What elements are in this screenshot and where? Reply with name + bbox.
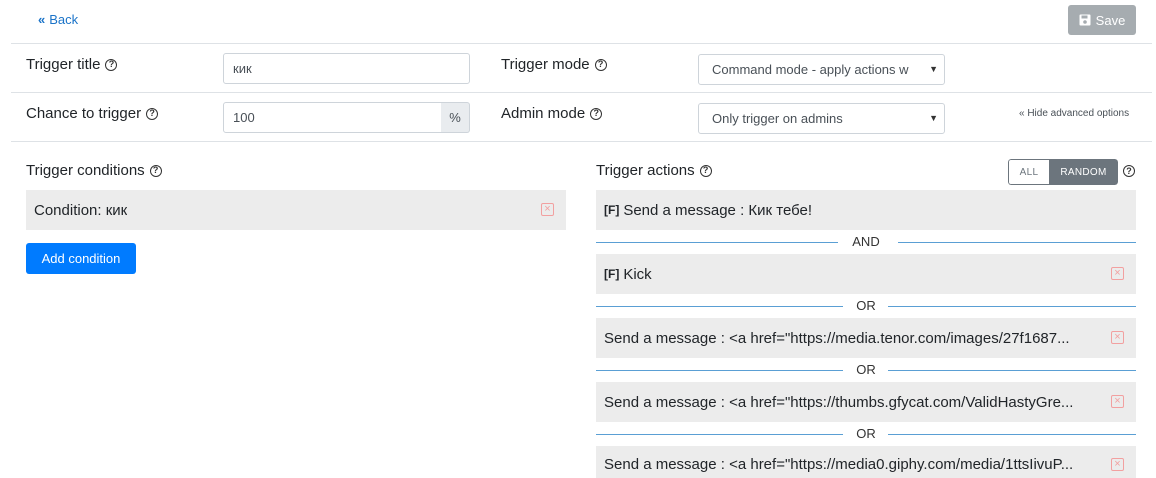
action-text: Send a message : <a href="https://thumbs… <box>604 393 1074 411</box>
action-flag: [F] <box>604 267 620 281</box>
trigger-mode-label: Trigger mode ? <box>501 56 607 73</box>
percent-addon: % <box>441 102 470 133</box>
chance-input[interactable]: 100 <box>223 102 442 133</box>
action-item[interactable]: Send a message : <a href="https://media.… <box>596 318 1136 358</box>
remove-icon[interactable]: × <box>1111 331 1124 344</box>
separator-label: AND <box>852 234 880 249</box>
trigger-title-value: кик <box>233 61 252 76</box>
trigger-conditions-heading-text: Trigger conditions <box>26 162 145 179</box>
back-link[interactable]: «Back <box>38 12 78 27</box>
remove-icon[interactable]: × <box>1111 267 1124 280</box>
floppy-disk-icon <box>1079 14 1091 26</box>
condition-item[interactable]: Condition: кик × <box>26 190 566 230</box>
double-chevron-left-icon: « <box>38 12 46 27</box>
trigger-conditions-heading: Trigger conditions ? <box>26 162 162 179</box>
help-icon[interactable]: ? <box>699 164 712 177</box>
separator-label: OR <box>856 362 876 377</box>
trigger-actions-heading-text: Trigger actions <box>596 162 695 179</box>
divider <box>11 92 1152 93</box>
chance-value: 100 <box>233 110 255 125</box>
action-text: Send a message : Кик тебе! <box>623 201 813 219</box>
help-icon[interactable]: ? <box>105 58 118 71</box>
percent-label: % <box>449 110 461 125</box>
help-icon[interactable]: ? <box>146 107 159 120</box>
condition-text: Condition: кик <box>34 201 128 219</box>
divider <box>11 43 1152 44</box>
remove-icon[interactable]: × <box>541 203 554 216</box>
admin-mode-label-text: Admin mode <box>501 105 586 122</box>
remove-icon[interactable]: × <box>1111 395 1124 408</box>
mode-all-button[interactable]: ALL <box>1008 159 1049 185</box>
trigger-mode-value: Command mode - apply actions w <box>712 62 909 77</box>
action-item[interactable]: [F] Send a message : Кик тебе! <box>596 190 1136 230</box>
admin-mode-value: Only trigger on admins <box>712 111 843 126</box>
caret-down-icon: ▼ <box>929 64 938 74</box>
separator-label: OR <box>856 426 876 441</box>
help-icon[interactable]: ? <box>594 58 607 71</box>
action-separator: AND <box>596 234 1136 249</box>
admin-mode-select[interactable]: Only trigger on admins ▼ <box>698 103 945 134</box>
chance-label: Chance to trigger ? <box>26 105 159 122</box>
trigger-mode-label-text: Trigger mode <box>501 56 590 73</box>
action-separator: OR <box>596 426 1136 441</box>
trigger-title-label-text: Trigger title <box>26 56 101 73</box>
admin-mode-label: Admin mode ? <box>501 105 603 122</box>
trigger-title-label: Trigger title ? <box>26 56 118 73</box>
action-item[interactable]: Send a message : <a href="https://thumbs… <box>596 382 1136 422</box>
add-condition-button[interactable]: Add condition <box>26 243 136 274</box>
trigger-actions-heading: Trigger actions ? <box>596 162 712 179</box>
action-text: Send a message : <a href="https://media0… <box>604 456 1074 473</box>
action-item[interactable]: Send a message : <a href="https://media0… <box>596 446 1136 478</box>
mode-random-button[interactable]: RANDOM <box>1049 159 1118 185</box>
action-separator: OR <box>596 362 1136 377</box>
action-text: Kick <box>623 265 652 283</box>
caret-down-icon: ▼ <box>929 113 938 123</box>
save-button[interactable]: Save <box>1068 5 1136 35</box>
trigger-title-input[interactable]: кик <box>223 53 470 84</box>
hide-advanced-link[interactable]: « Hide advanced options <box>1019 108 1129 119</box>
action-flag: [F] <box>604 203 620 217</box>
action-text: Send a message : <a href="https://media.… <box>604 329 1070 347</box>
action-mode-toggle: ALL RANDOM <box>1008 159 1118 185</box>
chance-label-text: Chance to trigger <box>26 105 142 122</box>
action-separator: OR <box>596 298 1136 313</box>
back-label: Back <box>49 12 79 27</box>
help-icon[interactable]: ? <box>149 164 162 177</box>
trigger-mode-select[interactable]: Command mode - apply actions w ▼ <box>698 54 945 85</box>
help-icon[interactable]: ? <box>1123 165 1135 177</box>
action-item[interactable]: [F] Kick × <box>596 254 1136 294</box>
top-bar: «Back Save <box>0 0 1156 44</box>
remove-icon[interactable]: × <box>1111 458 1124 471</box>
divider <box>11 141 1152 142</box>
save-label: Save <box>1095 12 1126 28</box>
help-icon[interactable]: ? <box>590 107 603 120</box>
separator-label: OR <box>856 298 876 313</box>
